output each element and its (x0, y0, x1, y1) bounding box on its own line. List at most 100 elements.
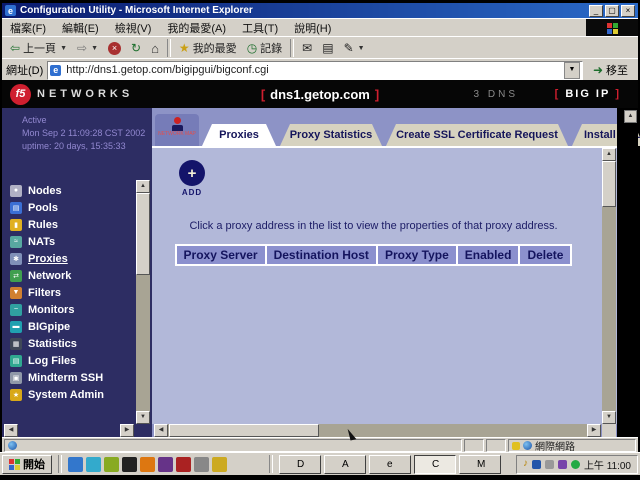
quicklaunch-icon[interactable] (140, 457, 155, 472)
scroll-up-icon[interactable]: ▲ (136, 180, 150, 193)
tray-icon[interactable] (532, 460, 541, 469)
mail-icon: ✉ (302, 42, 312, 54)
sidebar-item-mindterm-ssh[interactable]: ▣Mindterm SSH (10, 369, 136, 386)
menu-help[interactable]: 說明(H) (286, 19, 339, 37)
forward-dropdown-icon[interactable]: ▼ (91, 45, 98, 52)
refresh-button[interactable]: ↻ (126, 40, 146, 56)
scroll-down-icon[interactable]: ▼ (136, 411, 150, 424)
scroll-left-icon[interactable]: ◀ (154, 424, 168, 437)
quicklaunch-icon[interactable] (86, 457, 101, 472)
refresh-icon: ↻ (131, 42, 141, 54)
forward-icon: ⇨ (77, 42, 87, 54)
quicklaunch-icon[interactable] (230, 457, 245, 472)
address-dropdown-icon[interactable]: ▼ (564, 62, 580, 79)
sidebar-item-nodes[interactable]: ●Nodes (10, 182, 136, 199)
tray-icon[interactable] (558, 460, 567, 469)
scroll-left-icon[interactable]: ◀ (4, 424, 18, 437)
menu-bar: 檔案(F) 編輯(E) 檢視(V) 我的最愛(A) 工具(T) 說明(H) (2, 18, 638, 37)
quicklaunch-icon[interactable] (176, 457, 191, 472)
quicklaunch-icon[interactable] (248, 457, 263, 472)
maximize-button[interactable]: ▢ (605, 5, 619, 17)
taskbar: 開始 D A e C M ♪ 上午 11:00 (0, 452, 640, 475)
menu-tools[interactable]: 工具(T) (234, 19, 286, 37)
back-dropdown-icon[interactable]: ▼ (60, 45, 67, 52)
mail-button[interactable]: ✉ (297, 40, 317, 56)
header-item-3dns[interactable]: 3 DNS (474, 89, 518, 100)
edit-button[interactable]: ✎ ▼ (339, 40, 370, 56)
tab-proxies[interactable]: Proxies (202, 124, 276, 146)
content-vertical-scrollbar[interactable]: ▲ ▼ (602, 148, 616, 424)
tray-icon[interactable] (571, 460, 580, 469)
minimize-button[interactable]: _ (589, 5, 603, 17)
quicklaunch-icon[interactable] (212, 457, 227, 472)
scrollbar-thumb[interactable] (602, 161, 616, 207)
favorites-button[interactable]: ★ 我的最愛 (174, 38, 242, 58)
browser-window: e Configuration Utility - Microsoft Inte… (2, 3, 638, 452)
col-proxy-type: Proxy Type (377, 245, 457, 265)
sidebar-item-monitors[interactable]: ~Monitors (10, 301, 136, 318)
page-icon: e (50, 65, 61, 76)
content-horizontal-scrollbar[interactable]: ◀ ▶ (154, 424, 601, 437)
browser-scroll-up-icon[interactable]: ▲ (624, 110, 637, 123)
bracket-left: [ (261, 87, 265, 102)
sidebar-item-rules[interactable]: ▮Rules (10, 216, 136, 233)
task-window-button-active[interactable]: C (414, 455, 456, 474)
add-button[interactable]: + ADD (166, 160, 218, 197)
close-button[interactable]: × (621, 5, 635, 17)
print-button[interactable]: ▤ (317, 40, 338, 56)
volume-icon[interactable]: ♪ (523, 459, 528, 469)
task-window-label: e (387, 459, 393, 470)
quicklaunch-icon[interactable] (158, 457, 173, 472)
quicklaunch-icon[interactable] (68, 457, 83, 472)
task-window-button[interactable]: M (459, 455, 501, 474)
stop-button[interactable]: × (103, 40, 126, 57)
sidebar-item-label: Log Files (28, 355, 76, 367)
edit-dropdown-icon[interactable]: ▼ (358, 45, 365, 52)
scrollbar-thumb[interactable] (136, 193, 150, 275)
home-button[interactable]: ⌂ (146, 39, 164, 58)
quicklaunch-icon[interactable] (194, 457, 209, 472)
go-button[interactable]: ➜ 移至 (587, 61, 634, 79)
proxies-panel: + ADD Click a proxy address in the list … (152, 146, 617, 424)
title-bar[interactable]: e Configuration Utility - Microsoft Inte… (2, 3, 638, 18)
sidebar-item-pools[interactable]: ▤Pools (10, 199, 136, 216)
quicklaunch-icon[interactable] (104, 457, 119, 472)
proxy-table: Proxy Server Destination Host Proxy Type… (175, 244, 573, 266)
quicklaunch-icon[interactable] (122, 457, 137, 472)
start-button[interactable]: 開始 (2, 455, 52, 474)
windows-flag-icon (607, 23, 618, 34)
scroll-right-icon[interactable]: ▶ (587, 424, 601, 437)
task-window-button[interactable]: D (279, 455, 321, 474)
sidebar-item-bigpipe[interactable]: ▬BIGpipe (10, 318, 136, 335)
tab-proxy-statistics[interactable]: Proxy Statistics (280, 124, 382, 146)
sidebar-item-statistics[interactable]: ▦Statistics (10, 335, 136, 352)
scroll-down-icon[interactable]: ▼ (602, 411, 616, 424)
header-item-bigip[interactable]: [BIG IP] (550, 88, 626, 100)
sidebar-item-proxies[interactable]: ✱Proxies (10, 250, 136, 267)
forward-button[interactable]: ⇨ ▼ (72, 40, 103, 56)
sidebar-item-filters[interactable]: ▼Filters (10, 284, 136, 301)
scroll-right-icon[interactable]: ▶ (120, 424, 134, 437)
sidebar-item-network[interactable]: ⇄Network (10, 267, 136, 284)
sidebar-item-system-admin[interactable]: ★System Admin (10, 386, 136, 403)
menu-view[interactable]: 檢視(V) (107, 19, 160, 37)
address-input[interactable] (64, 62, 561, 78)
address-bar: 網址(D) e ▼ ➜ 移至 (2, 58, 638, 81)
network-map-button[interactable]: NETWORK MAP (155, 114, 199, 146)
history-button[interactable]: ◷ 記錄 (242, 38, 287, 58)
sidebar-scrollbar[interactable]: ▲ ▼ (136, 180, 150, 424)
back-button[interactable]: ⇦ 上一頁 ▼ (5, 38, 72, 58)
task-window-button[interactable]: A (324, 455, 366, 474)
task-window-button[interactable]: e (369, 455, 411, 474)
sidebar-item-log-files[interactable]: ▤Log Files (10, 352, 136, 369)
clock[interactable]: 上午 11:00 (584, 457, 631, 472)
sidebar-item-nats[interactable]: ≈NATs (10, 233, 136, 250)
tray-icon[interactable] (545, 460, 554, 469)
scrollbar-thumb[interactable] (169, 424, 319, 437)
tab-create-ssl-certificate-request[interactable]: Create SSL Certificate Request (386, 124, 568, 146)
menu-favorites[interactable]: 我的最愛(A) (159, 19, 234, 37)
scroll-up-icon[interactable]: ▲ (602, 148, 616, 161)
menu-edit[interactable]: 編輯(E) (54, 19, 107, 37)
nats-icon: ≈ (10, 236, 22, 248)
menu-file[interactable]: 檔案(F) (2, 19, 54, 37)
